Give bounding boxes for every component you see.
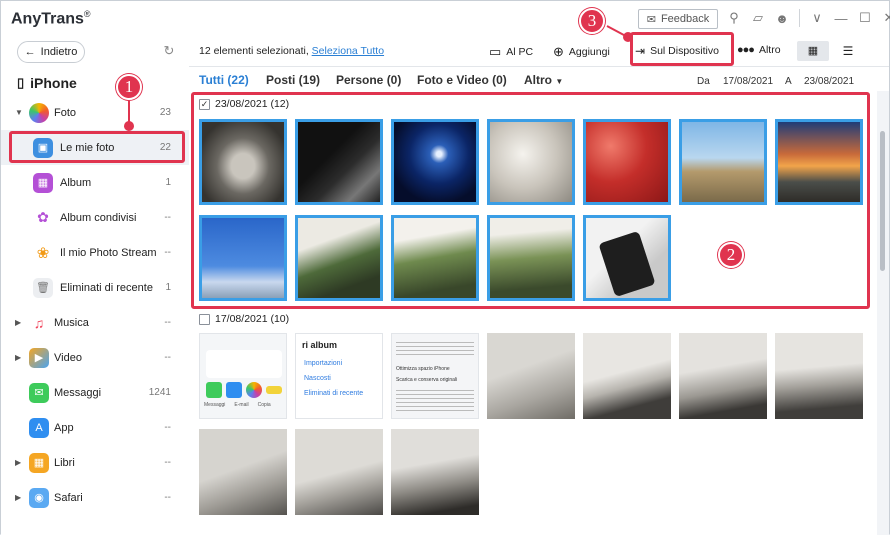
app-logo: AnyTrans® [11, 9, 91, 28]
photo-thumbnail[interactable] [295, 429, 383, 515]
scroll-thumb[interactable] [880, 131, 885, 271]
photo-thumbnail[interactable] [391, 429, 479, 515]
music-icon: ♫ [29, 312, 49, 333]
grid-view-icon[interactable]: ▦ [797, 41, 829, 61]
date-to-label: A [785, 76, 792, 87]
more-dots-icon: ●●● [737, 44, 755, 56]
shirt-icon[interactable]: ▱ [749, 9, 767, 27]
group-checkbox[interactable] [199, 313, 210, 325]
phone-icon: ▯ [17, 75, 25, 90]
refresh-icon[interactable]: ↻ [161, 43, 177, 59]
photo-thumbnail[interactable]: ri album Importazioni Nascosti Eliminati… [295, 333, 383, 419]
to-pc-button[interactable]: ▭ Al PC [489, 44, 533, 60]
device-title: ▯ iPhone [17, 75, 77, 91]
feedback-label: Feedback [660, 13, 710, 25]
maximize-icon[interactable]: ☐ [856, 9, 874, 27]
toolbar: 12 elementi selezionati, Seleziona Tutto… [189, 37, 889, 67]
chevron-down-icon[interactable]: ∨ [808, 9, 826, 27]
message-icon: ✉ [29, 382, 49, 403]
safari-icon: ◉ [29, 487, 49, 508]
album-icon: ▦ [33, 172, 53, 193]
tab-posti[interactable]: Posti (19) [266, 73, 320, 87]
back-label: Indietro [40, 46, 78, 58]
minimize-icon[interactable]: — [832, 9, 850, 27]
callout-badge-2: 2 [718, 242, 744, 268]
sidebar-item-safari[interactable]: ▶ ◉ Safari -- [1, 480, 189, 515]
select-all-link[interactable]: Seleziona Tutto [312, 45, 384, 57]
divider [799, 9, 800, 27]
tab-foto-video[interactable]: Foto e Video (0) [417, 73, 507, 87]
callout-box-3 [630, 32, 734, 66]
more-button[interactable]: ●●● Altro [737, 44, 781, 56]
photo-thumbnail[interactable] [679, 333, 767, 419]
photos-icon [29, 102, 49, 123]
expand-arrow-icon[interactable]: ▶ [15, 493, 21, 502]
title-bar: AnyTrans® ✉ Feedback ⚲ ▱ ☻ ∨ — ☐ ✕ [1, 1, 890, 37]
account-icon[interactable]: ☻ [773, 9, 791, 27]
app-store-icon: A [29, 417, 49, 438]
window-controls: ⚲ ▱ ☻ ∨ — ☐ ✕ [725, 9, 890, 27]
callout-badge-3: 3 [579, 8, 605, 34]
tab-persone[interactable]: Persone (0) [336, 73, 401, 87]
search-icon[interactable]: ⚲ [725, 9, 743, 27]
expand-arrow-icon[interactable]: ▶ [15, 458, 21, 467]
date-to-value[interactable]: 23/08/2021 [804, 76, 854, 87]
callout-dot-1 [124, 121, 134, 131]
callout-badge-1: 1 [116, 74, 142, 100]
back-button[interactable]: ← Indietro [17, 41, 85, 63]
feedback-button[interactable]: ✉ Feedback [638, 9, 718, 29]
scrollbar[interactable] [877, 91, 889, 535]
callout-dot-3 [623, 32, 633, 42]
photo-thumbnail[interactable]: Messaggi E-mail Copia [199, 333, 287, 419]
sidebar: ← Indietro ↻ ▯ iPhone ▼ Foto 23 ▣ Le mie… [1, 37, 189, 535]
photo-thumbnail[interactable] [583, 333, 671, 419]
date-from-value[interactable]: 17/08/2021 [723, 76, 773, 87]
selection-status: 12 elementi selezionati, Seleziona Tutto [199, 45, 385, 57]
photo-thumbnail[interactable]: Ottimizza spazio iPhone Scarica e conser… [391, 333, 479, 419]
add-button[interactable]: ⊕ Aggiungi [553, 44, 610, 60]
sidebar-item-libri[interactable]: ▶ ▦ Libri -- [1, 445, 189, 480]
app-window: AnyTrans® ✉ Feedback ⚲ ▱ ☻ ∨ — ☐ ✕ ← Ind… [0, 0, 890, 535]
sidebar-item-album-condivisi[interactable]: ✿ Album condivisi -- [1, 200, 189, 235]
filter-bar: Tutti (22) Posti (19) Persone (0) Foto e… [189, 67, 889, 91]
share-icon: ✿ [33, 207, 53, 228]
sidebar-item-app[interactable]: A App -- [1, 410, 189, 445]
flower-icon: ❀ [33, 242, 53, 263]
expand-arrow-icon[interactable]: ▼ [15, 108, 23, 117]
close-icon[interactable]: ✕ [880, 9, 890, 27]
callout-box-1 [9, 131, 185, 163]
plus-circle-icon: ⊕ [553, 44, 564, 59]
book-icon: ▦ [29, 452, 49, 473]
sidebar-item-video[interactable]: ▶ ▶ Video -- [1, 340, 189, 375]
photo-thumbnail[interactable] [199, 429, 287, 515]
sidebar-item-photo-stream[interactable]: ❀ Il mio Photo Stream -- [1, 235, 189, 270]
tab-altro[interactable]: Altro ▼ [524, 73, 563, 87]
trash-icon: 🗑 [33, 277, 53, 298]
sidebar-item-messaggi[interactable]: ✉ Messaggi 1241 [1, 375, 189, 410]
expand-arrow-icon[interactable]: ▶ [15, 318, 21, 327]
export-pc-icon: ▭ [489, 44, 502, 59]
mail-icon: ✉ [646, 13, 656, 26]
video-icon: ▶ [29, 347, 49, 368]
list-view-icon[interactable]: ☰ [837, 41, 859, 61]
caret-down-icon: ▼ [555, 77, 564, 86]
tab-tutti[interactable]: Tutti (22) [199, 73, 249, 87]
sidebar-item-album[interactable]: ▦ Album 1 [1, 165, 189, 200]
sidebar-item-foto[interactable]: ▼ Foto 23 [1, 95, 189, 130]
photo-thumbnail[interactable] [487, 333, 575, 419]
photo-thumbnail[interactable] [775, 333, 863, 419]
sidebar-item-eliminati[interactable]: 🗑 Eliminati di recente 1 [1, 270, 189, 305]
sidebar-item-musica[interactable]: ▶ ♫ Musica -- [1, 305, 189, 340]
arrow-left-icon: ← [24, 46, 36, 58]
expand-arrow-icon[interactable]: ▶ [15, 353, 21, 362]
group-header[interactable]: 17/08/2021 (10) [199, 313, 289, 325]
callout-box-2 [191, 92, 870, 309]
date-from-label: Da [697, 76, 710, 87]
